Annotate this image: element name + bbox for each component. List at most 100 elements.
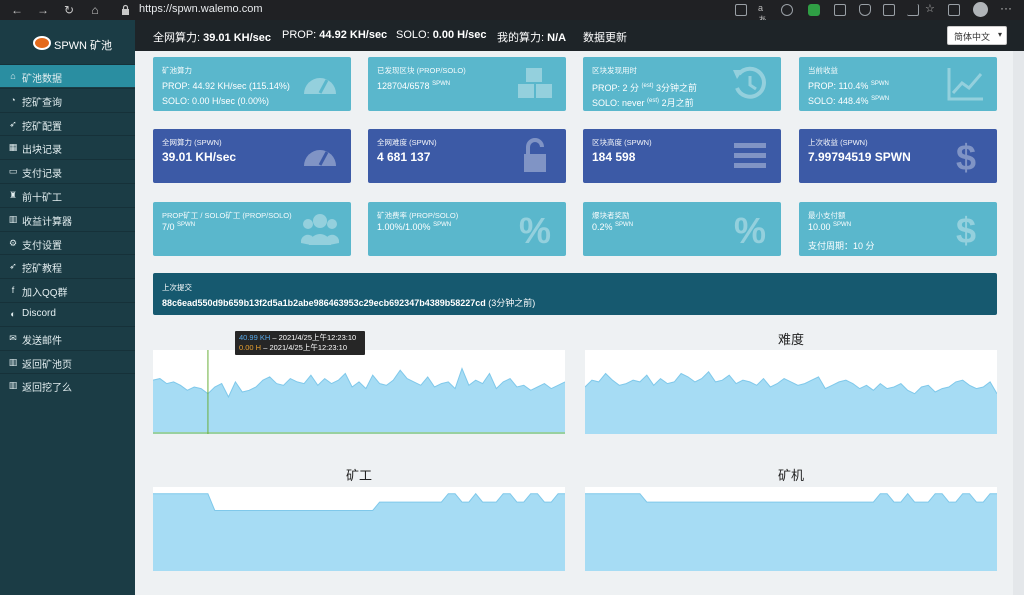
forward-icon[interactable]: → — [36, 3, 50, 17]
card-title: 爆块者奖励 — [592, 211, 630, 220]
miners-chart[interactable] — [153, 487, 565, 571]
sidebar-item-label: 收益计算器 — [22, 216, 72, 228]
sidebar-item-label: 返回挖了么 — [22, 383, 72, 395]
sidebar-item[interactable]: ➶ 挖矿教程 — [0, 254, 135, 277]
sidebar-item-label: 支付记录 — [22, 169, 62, 181]
card-value: 7.99794519 SPWN — [808, 150, 911, 164]
sidebar-item[interactable]: ✉ 发送邮件 — [0, 325, 135, 349]
card-line: PROP: 110.4% SPWN — [808, 81, 889, 91]
area-chart-svg — [153, 350, 565, 434]
translate-icon[interactable]: aあ — [758, 3, 770, 25]
chart-tooltip: 40.99 KH – 2021/4/25上午12:23:10 0.00 H – … — [235, 331, 365, 355]
tachometer-icon — [304, 150, 336, 166]
sidebar-item-label: 支付设置 — [22, 240, 62, 252]
brand[interactable]: SPWN 矿池 — [0, 20, 135, 64]
cubes-icon: ▦ — [8, 142, 18, 153]
extension-icon[interactable] — [808, 4, 820, 16]
percent-icon: % — [519, 211, 551, 247]
hashrate-chart[interactable] — [153, 350, 565, 434]
sidebar-item-label: 挖矿教程 — [22, 264, 62, 276]
tachometer-icon — [304, 78, 336, 94]
card-title: 全网难度 (SPWN) — [377, 138, 437, 147]
sidebar-item[interactable]: ⚙ 支付设置 — [0, 230, 135, 254]
favorites-icon[interactable]: ☆ — [925, 2, 937, 15]
favorite-add-icon[interactable] — [781, 4, 793, 16]
lock-icon[interactable] — [121, 4, 130, 15]
last-share-hash[interactable]: 88c6ead550d9b659b13f2d5a1b2abe986463953c… — [162, 296, 535, 309]
card-title: 区块高度 (SPWN) — [592, 138, 652, 147]
card-line: SOLO: 0.00 H/sec (0.00%) — [162, 96, 270, 106]
shield-icon[interactable] — [859, 4, 871, 16]
card-line: 0.2% SPWN — [592, 222, 634, 232]
sidebar-item[interactable]: ▥ 返回矿池页 — [0, 349, 135, 373]
card-value: 184 598 — [592, 150, 636, 164]
card-line: PROP: 2 分 (est) 3分钟之前 — [592, 83, 698, 93]
card-value: 4 681 137 — [377, 150, 431, 164]
bars-icon — [734, 143, 766, 168]
workers-chart-title: 矿机 — [777, 468, 804, 483]
more-icon[interactable]: ··· — [1000, 1, 1012, 15]
dollar-icon: $ — [956, 138, 976, 174]
sidebar-item[interactable]: ➶ 挖矿配置 — [0, 111, 135, 135]
min-payout-card: 最小支付额 10.00 SPWN 支付周期：10 分 $ — [799, 202, 997, 256]
card-title: 矿池算力 — [162, 66, 192, 75]
my-hashrate-stat: 我的算力: N/A — [497, 32, 567, 44]
bank-icon: ▥ — [8, 380, 18, 391]
collections-icon[interactable] — [948, 4, 960, 16]
svg-text:$: $ — [956, 211, 976, 247]
home-icon[interactable]: ⌂ — [88, 3, 102, 17]
sidebar-item[interactable]: ▥ 返回挖了么 — [0, 373, 135, 396]
card-title: 已发现区块 (PROP/SOLO) — [377, 66, 466, 75]
home-icon: ⌂ — [10, 71, 16, 81]
sidebar-item[interactable]: ▭ 支付记录 — [0, 159, 135, 182]
prop-hashrate-stat: PROP: 44.92 KH/sec — [282, 29, 388, 41]
card-title: PROP矿工 / SOLO矿工 (PROP/SOLO) — [162, 211, 292, 220]
bank-icon: ▥ — [8, 356, 18, 367]
block-height-card: 区块高度 (SPWN) 184 598 — [583, 129, 781, 183]
card-title: 矿池费率 (PROP/SOLO) — [377, 211, 459, 220]
pool-fee-card: 矿池费率 (PROP/SOLO) 1.00%/1.00% SPWN % — [368, 202, 566, 256]
pool-hashrate-card: 矿池算力 PROP: 44.92 KH/sec (115.14%) SOLO: … — [153, 57, 351, 111]
workers-chart[interactable] — [585, 487, 997, 571]
card-value: 39.01 KH/sec — [162, 150, 237, 164]
sidebar-item-label: 矿池数据 — [22, 74, 62, 85]
envelope-icon: ✉ — [9, 332, 17, 343]
card-line: 1.00%/1.00% SPWN — [377, 222, 452, 232]
address-bar[interactable]: https://spwn.walemo.com — [139, 3, 263, 15]
network-difficulty-card: 全网难度 (SPWN) 4 681 137 — [368, 129, 566, 183]
last-share-panel: 上次提交 88c6ead550d9b659b13f2d5a1b2abe98646… — [153, 273, 997, 315]
line-chart-icon — [947, 68, 983, 101]
grid-icon[interactable] — [735, 4, 747, 16]
puzzle-icon[interactable] — [883, 4, 895, 16]
network-hashrate-stat: 全网算力: 39.01 KH/sec — [153, 32, 272, 44]
sidebar-item-label: 挖矿配置 — [22, 121, 62, 133]
difficulty-chart[interactable] — [585, 350, 997, 434]
data-update-link[interactable]: 数据更新 — [583, 29, 627, 45]
sidebar-item[interactable]: ♜ 前十矿工 — [0, 183, 135, 206]
series-area — [153, 493, 565, 571]
card-title: 全网算力 (SPWN) — [162, 138, 222, 147]
miners-card: PROP矿工 / SOLO矿工 (PROP/SOLO) 7/0 SPWN — [153, 202, 351, 256]
sidebar-item[interactable]: ▦ 出块记录 — [0, 135, 135, 158]
avatar[interactable] — [973, 2, 988, 17]
facebook-icon: f — [11, 285, 15, 296]
solo-hashrate-stat: SOLO: 0.00 H/sec — [396, 29, 487, 41]
brand-name: SPWN 矿池 — [54, 40, 113, 52]
page-scrollbar[interactable] — [1013, 51, 1024, 595]
sidebar-item-label: 前十矿工 — [22, 193, 62, 204]
tooltip-line: 40.99 KH – 2021/4/25上午12:23:10 — [239, 333, 357, 342]
sidebar-icon[interactable] — [834, 4, 846, 16]
sidebar-item[interactable]: ⌂ 矿池数据 — [0, 64, 135, 87]
back-icon[interactable]: ← — [10, 3, 24, 17]
network-hashrate-card: 全网算力 (SPWN) 39.01 KH/sec — [153, 129, 351, 183]
sidebar-item[interactable]: ◐ Discord — [0, 302, 135, 325]
language-select[interactable]: 简体中文 ▾ — [947, 26, 1007, 45]
sidebar-item[interactable]: ◔ 挖矿查询 — [0, 87, 135, 111]
reload-icon[interactable]: ↻ — [62, 3, 76, 17]
card-line: PROP: 44.92 KH/sec (115.14%) — [162, 81, 290, 91]
sidebar-item[interactable]: ▥ 收益计算器 — [0, 206, 135, 230]
sidebar-item[interactable]: f 加入QQ群 — [0, 278, 135, 301]
sidebar-item-label: 发送邮件 — [22, 335, 62, 347]
area-chart-svg — [585, 492, 997, 571]
split-screen-icon[interactable] — [907, 4, 919, 16]
